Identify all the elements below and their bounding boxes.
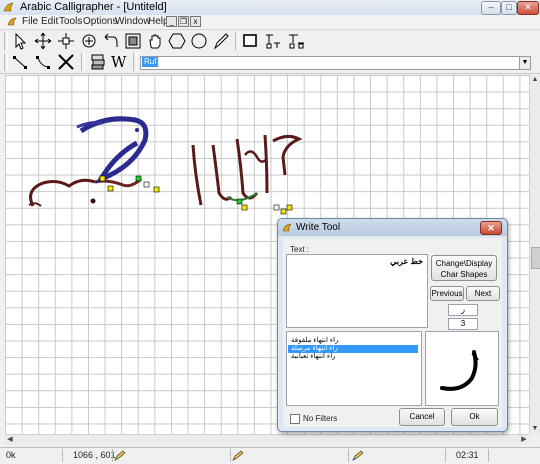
dialog-close-button[interactable]: ✕ xyxy=(480,221,502,235)
line-icon[interactable] xyxy=(10,52,30,72)
curve-icon[interactable] xyxy=(33,52,53,72)
current-char-field: ر xyxy=(448,304,478,316)
pointer-icon[interactable] xyxy=(10,31,30,51)
hand-icon[interactable] xyxy=(145,31,165,51)
status-text: 0k xyxy=(6,450,16,460)
dialog-title: Write Tool xyxy=(296,222,341,233)
rotate-icon[interactable] xyxy=(101,31,121,51)
vertical-scroll-thumb[interactable] xyxy=(531,247,540,269)
dialog-body: Text : خط عربي Change\Display Char Shape… xyxy=(283,238,502,427)
mdi-minimize-button[interactable]: _ xyxy=(166,16,177,27)
toolbar-grip xyxy=(4,53,8,71)
text-input[interactable]: خط عربي xyxy=(286,254,428,328)
drawing-toolbar xyxy=(0,30,540,53)
pen-icon[interactable] xyxy=(211,31,231,51)
shape-count-field: 3 xyxy=(448,318,478,330)
text-input-value: خط عربي xyxy=(390,257,423,266)
status-divider xyxy=(112,449,113,462)
scroll-right-icon[interactable]: ▶ xyxy=(519,435,529,445)
pen-status-icon xyxy=(114,450,126,461)
menu-edit[interactable]: Edit xyxy=(41,16,58,27)
circle-target-icon[interactable] xyxy=(79,31,99,51)
shape-preview-glyph xyxy=(440,350,479,391)
ink-status-icon xyxy=(352,450,364,461)
maximize-button[interactable]: □ xyxy=(501,1,517,15)
font-select-value: Ruf xyxy=(142,57,159,67)
scroll-up-icon[interactable]: ▲ xyxy=(530,75,540,85)
font-select[interactable]: Ruf ▼ xyxy=(140,56,531,70)
cancel-button[interactable]: Cancel xyxy=(399,408,445,426)
toolbar-separator xyxy=(133,53,137,71)
toolbar-grip xyxy=(4,32,8,50)
title-bar: Arabic Calligrapher - [Untiteld] – □ ✕ xyxy=(0,0,540,16)
toolbar-separator xyxy=(81,53,85,71)
window-title: Arabic Calligrapher - [Untiteld] xyxy=(20,1,167,13)
status-divider xyxy=(62,449,63,462)
status-divider xyxy=(348,449,349,462)
scissors-icon[interactable] xyxy=(56,52,76,72)
char-shapes-list[interactable]: راء انتهاء ملفوفة راء انتهاء مرسلة راء ا… xyxy=(286,331,422,406)
list-item[interactable]: راء انتهاء ثعبانية xyxy=(288,353,418,361)
mdi-close-button[interactable]: x xyxy=(190,16,201,27)
list-item-selected[interactable]: راء انتهاء مرسلة xyxy=(288,345,418,353)
previous-button[interactable]: Previous xyxy=(430,286,464,301)
scroll-left-icon[interactable]: ◀ xyxy=(5,435,15,445)
close-button[interactable]: ✕ xyxy=(517,1,539,15)
ok-button[interactable]: Ok xyxy=(451,408,498,426)
vertical-scrollbar[interactable]: ▲ ▼ xyxy=(529,75,540,434)
status-divider xyxy=(445,449,446,462)
menu-file[interactable]: File xyxy=(22,16,38,27)
document-icon[interactable] xyxy=(7,16,18,27)
menu-options[interactable]: Options xyxy=(83,16,117,27)
next-button[interactable]: Next xyxy=(466,286,500,301)
app-icon xyxy=(3,2,14,12)
no-filters-label: No Filters xyxy=(303,414,338,423)
write-tool-app-icon xyxy=(282,223,292,232)
write-tool-icon[interactable]: W xyxy=(111,53,129,71)
char-shape-preview xyxy=(425,331,499,406)
menu-tools[interactable]: Tools xyxy=(59,16,82,27)
hexagon-icon[interactable] xyxy=(167,31,187,51)
circle-icon[interactable] xyxy=(189,31,209,51)
menu-window[interactable]: Window xyxy=(115,16,151,27)
text-label: Text : xyxy=(290,245,310,254)
write-tool-dialog: Write Tool ✕ Text : خط عربي Change\Displ… xyxy=(277,218,508,432)
align-icon[interactable] xyxy=(263,31,283,51)
mdi-restore-button[interactable]: ❐ xyxy=(178,16,189,27)
menu-bar: File Edit Tools Options Window Help xyxy=(0,15,540,30)
status-divider xyxy=(230,449,231,462)
list-item[interactable]: راء انتهاء ملفوفة xyxy=(288,337,418,345)
status-divider xyxy=(488,449,489,462)
distribute-icon[interactable] xyxy=(286,31,306,51)
stack-icon[interactable] xyxy=(88,52,108,72)
scroll-down-icon[interactable]: ▼ xyxy=(530,424,540,434)
horizontal-scrollbar[interactable]: ◀ ▶ xyxy=(5,434,529,445)
move-icon[interactable] xyxy=(33,31,53,51)
cursor-coordinates: 1066 , 601 xyxy=(73,450,116,460)
brush-status-icon xyxy=(232,450,244,461)
chevron-down-icon[interactable]: ▼ xyxy=(519,57,530,69)
rectangle-icon[interactable] xyxy=(240,31,260,51)
node-edit-icon[interactable] xyxy=(56,31,76,51)
status-clock: 02:31 xyxy=(456,450,479,460)
frame-icon[interactable] xyxy=(123,31,143,51)
status-bar: 0k 1066 , 601 02:31 xyxy=(0,447,540,464)
change-char-shapes-button[interactable]: Change\Display Char Shapes xyxy=(431,255,497,281)
calligraphy-word-1 xyxy=(28,116,149,207)
no-filters-checkbox[interactable] xyxy=(290,414,300,424)
toolbar-separator xyxy=(235,32,239,50)
calligraphy-word-2 xyxy=(191,134,303,206)
dialog-title-bar: Write Tool ✕ xyxy=(278,219,507,236)
minimize-button[interactable]: – xyxy=(481,1,501,15)
